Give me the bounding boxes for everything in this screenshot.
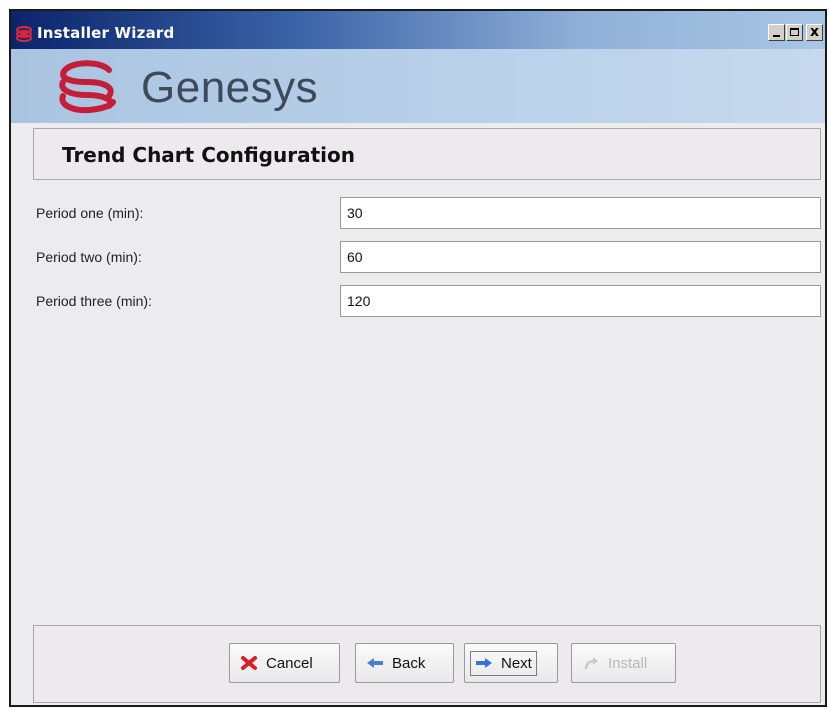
period-one-row: Period one (min):: [11, 197, 825, 229]
genesys-app-icon: [15, 25, 33, 42]
close-button[interactable]: x: [806, 24, 823, 41]
maximize-button[interactable]: [786, 24, 803, 41]
period-one-input[interactable]: [340, 197, 821, 229]
genesys-logo-icon: [59, 60, 116, 114]
title-bar[interactable]: Installer Wizard x: [11, 11, 825, 49]
page-title: Trend Chart Configuration: [62, 143, 355, 167]
period-two-input[interactable]: [340, 241, 821, 273]
right-arrow-icon: [476, 658, 492, 668]
installer-window: Installer Wizard x Genesys Trend Chart C…: [9, 9, 827, 707]
button-bar: Cancel Back Next Install: [33, 625, 821, 703]
back-button[interactable]: Back: [355, 643, 454, 683]
install-label: Install: [608, 654, 648, 672]
period-one-label: Period one (min):: [36, 205, 144, 221]
back-label: Back: [392, 654, 426, 672]
brand-name: Genesys: [141, 63, 319, 112]
cancel-label: Cancel: [266, 654, 313, 672]
period-three-input[interactable]: [340, 285, 821, 317]
period-two-label: Period two (min):: [36, 249, 142, 265]
next-label: Next: [501, 654, 532, 672]
red-x-icon: [241, 656, 257, 670]
left-arrow-icon: [367, 658, 383, 668]
period-two-row: Period two (min):: [11, 241, 825, 273]
section-header: Trend Chart Configuration: [33, 128, 821, 180]
period-three-label: Period three (min):: [36, 293, 152, 309]
cancel-button[interactable]: Cancel: [229, 643, 340, 683]
install-button[interactable]: Install: [571, 643, 676, 683]
period-three-row: Period three (min):: [11, 285, 825, 317]
next-button[interactable]: Next: [464, 643, 558, 683]
window-title: Installer Wizard: [37, 24, 175, 42]
curved-arrow-icon: [584, 657, 598, 670]
brand-banner: Genesys: [11, 49, 825, 123]
window-controls: x: [767, 24, 823, 41]
minimize-button[interactable]: [768, 24, 785, 41]
next-focus-ring: Next: [470, 650, 537, 676]
